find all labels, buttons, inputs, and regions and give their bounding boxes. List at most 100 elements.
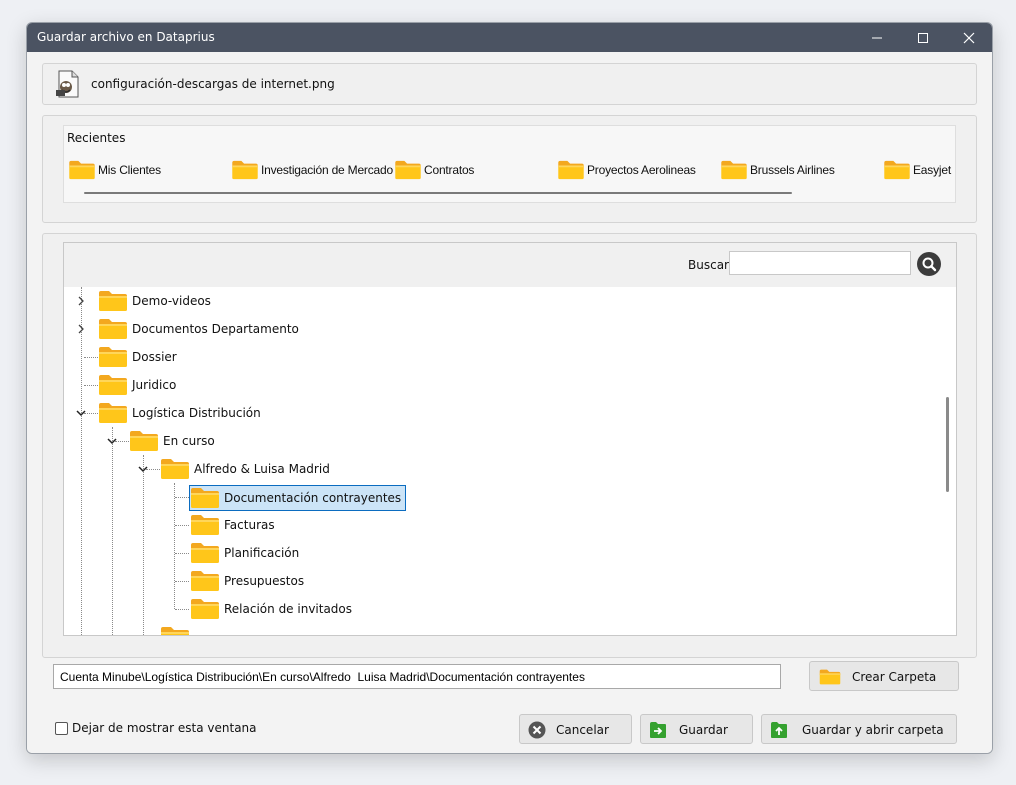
save-open-arrow-icon <box>771 722 787 738</box>
chevron-down-icon[interactable] <box>107 436 117 446</box>
folder-icon <box>557 160 585 180</box>
recent-item[interactable]: Mis Clientes <box>68 159 161 181</box>
folder-icon <box>190 514 220 536</box>
tree-item-selected[interactable]: Documentación contrayentes <box>189 485 407 511</box>
tree-item[interactable]: Documentos Departamento <box>98 315 299 343</box>
tree-connector <box>175 553 189 554</box>
recent-scrollbar[interactable] <box>84 192 792 194</box>
save-label: Guardar <box>679 723 728 737</box>
tree-item[interactable]: Dossier <box>98 343 177 371</box>
tree-connector <box>175 609 189 610</box>
recent-item-label: Mis Clientes <box>98 163 161 177</box>
tree-rows: Demo-videos Documentos Departamento Doss… <box>64 287 956 635</box>
cancel-label: Cancelar <box>556 723 609 737</box>
folder-icon <box>231 160 259 180</box>
create-folder-button[interactable]: Crear Carpeta <box>809 661 959 691</box>
tree-item[interactable]: Logística Distribución <box>98 399 261 427</box>
path-field[interactable] <box>53 664 781 689</box>
search-input[interactable] <box>729 251 911 275</box>
tree-item-label: Dossier <box>132 350 177 364</box>
folder-icon <box>720 160 748 180</box>
folder-icon <box>883 160 911 180</box>
tree-item[interactable]: Demo-videos <box>98 287 211 315</box>
tree-item[interactable]: Relación de invitados <box>190 595 352 623</box>
minimize-button[interactable] <box>854 23 900 52</box>
tree-connector <box>84 413 98 414</box>
tree-item-label: Planificación <box>224 546 300 560</box>
recent-item-label: Contratos <box>424 163 475 177</box>
recent-item[interactable]: Investigación de Mercado <box>231 159 393 181</box>
tree-connector <box>84 357 98 358</box>
tree-connector <box>143 455 144 635</box>
tree-item-partial[interactable] <box>160 623 194 636</box>
close-icon <box>963 32 975 43</box>
folder-tree-panel: Buscar Demo-videos Documentos Departamen… <box>42 233 977 658</box>
tree-item[interactable]: Planificación <box>190 539 299 567</box>
close-button[interactable] <box>946 23 992 52</box>
tree-item[interactable]: En curso <box>129 427 215 455</box>
tree-item-label: Logística Distribución <box>132 406 261 420</box>
tree-connector <box>175 525 189 526</box>
save-button[interactable]: Guardar <box>640 714 753 744</box>
search-label: Buscar <box>688 258 729 272</box>
tree-connector <box>81 287 82 635</box>
tree-item[interactable]: Alfredo & Luisa Madrid <box>160 455 330 483</box>
tree-connector <box>175 497 189 498</box>
dont-show-label: Dejar de mostrar esta ventana <box>72 721 257 735</box>
cancel-button[interactable]: Cancelar <box>519 714 632 744</box>
recent-item-label: Proyectos Aerolineas <box>587 163 696 177</box>
recent-item-label: Investigación de Mercado <box>261 163 393 177</box>
tree-item[interactable]: Juridico <box>98 371 176 399</box>
folder-icon <box>819 668 841 686</box>
folder-icon <box>190 598 220 620</box>
tree-item-label: En curso <box>163 434 215 448</box>
folder-icon <box>190 542 220 564</box>
maximize-button[interactable] <box>900 23 946 52</box>
folder-icon <box>160 458 190 480</box>
folder-icon <box>98 374 128 396</box>
tree-connector <box>115 441 129 442</box>
chevron-down-icon[interactable] <box>138 464 148 474</box>
tree-item-label: Relación de invitados <box>224 602 353 616</box>
recent-item[interactable]: Brussels Airlines <box>720 159 835 181</box>
tree-item-label: Alfredo & Luisa Madrid <box>194 462 330 476</box>
tree-item-label: Juridico <box>132 378 177 392</box>
folder-tree: Buscar Demo-videos Documentos Departamen… <box>63 242 957 636</box>
chevron-right-icon[interactable] <box>76 324 86 334</box>
recent-item[interactable]: Proyectos Aerolineas <box>557 159 696 181</box>
folder-icon <box>68 160 96 180</box>
chevron-right-icon[interactable] <box>76 296 86 306</box>
maximize-icon <box>918 32 928 43</box>
tree-item-label: Documentos Departamento <box>132 322 299 336</box>
save-dialog: Guardar archivo en Dataprius configuraci… <box>26 22 993 754</box>
folder-icon <box>98 402 128 424</box>
dont-show-checkbox[interactable] <box>55 722 68 735</box>
recent-item[interactable]: Easyjet <box>883 159 951 181</box>
tree-item[interactable]: Facturas <box>190 511 275 539</box>
folder-icon <box>160 626 190 636</box>
search-button[interactable] <box>917 252 941 276</box>
folder-icon <box>129 430 159 452</box>
chevron-down-icon[interactable] <box>76 408 86 418</box>
recent-label: Recientes <box>67 131 126 145</box>
folder-icon <box>98 346 128 368</box>
folder-icon <box>394 160 422 180</box>
tree-connector <box>174 483 175 609</box>
recent-item[interactable]: Contratos <box>394 159 474 181</box>
recent-item-label: Easyjet <box>913 163 951 177</box>
tree-connector <box>84 385 98 386</box>
folder-icon <box>98 318 128 340</box>
file-name: configuración-descargas de internet.png <box>91 77 335 91</box>
save-arrow-icon <box>650 722 666 738</box>
tree-item-label: Documentación contrayentes <box>224 491 402 505</box>
tree-item[interactable]: Presupuestos <box>190 567 304 595</box>
save-open-button[interactable]: Guardar y abrir carpeta <box>761 714 957 744</box>
tree-connector <box>146 469 160 470</box>
recent-list: Recientes Mis Clientes Investigación de … <box>63 125 956 203</box>
search-bar: Buscar <box>64 243 956 287</box>
minimize-icon <box>872 37 882 38</box>
tree-item-label: Demo-videos <box>132 294 211 308</box>
create-folder-label: Crear Carpeta <box>852 670 937 684</box>
title-bar: Guardar archivo en Dataprius <box>27 23 992 52</box>
tree-scrollbar-thumb[interactable] <box>946 397 949 492</box>
